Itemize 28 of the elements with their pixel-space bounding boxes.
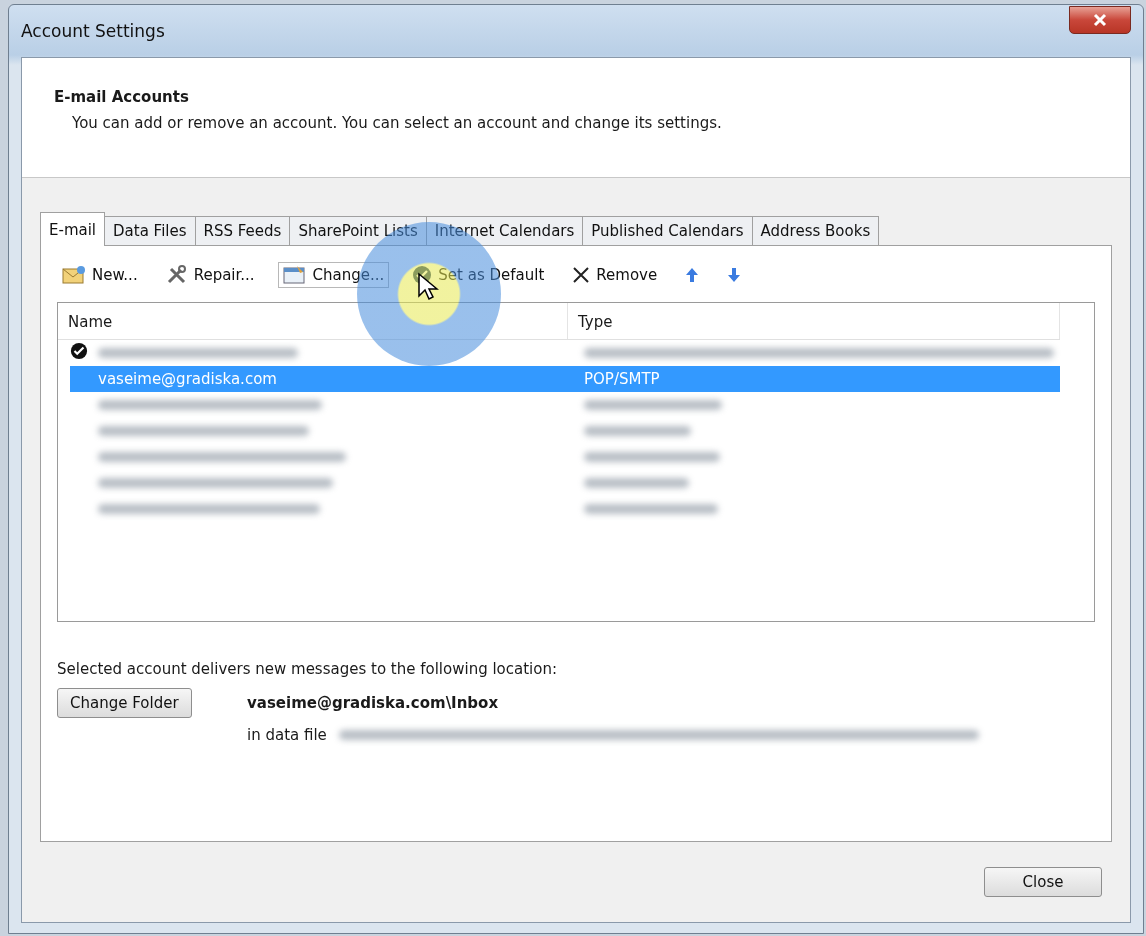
remove-button[interactable]: Remove bbox=[567, 263, 663, 287]
window-title: Account Settings bbox=[21, 21, 165, 41]
cursor-icon bbox=[417, 272, 439, 302]
data-file-label: in data file bbox=[247, 726, 327, 744]
header-description: You can add or remove an account. You can select an account and change its settings. bbox=[72, 114, 723, 132]
tools-icon bbox=[165, 265, 188, 285]
column-header[interactable]: Name bbox=[58, 303, 568, 339]
account-name: vaseime@gradiska.com bbox=[97, 370, 278, 388]
up-arrow-icon bbox=[685, 267, 700, 283]
close-icon bbox=[572, 266, 591, 284]
close-button[interactable] bbox=[1069, 6, 1131, 34]
down-arrow-icon bbox=[727, 267, 742, 283]
new-button[interactable]: New... bbox=[57, 262, 143, 288]
change-folder-button[interactable]: Change Folder bbox=[57, 688, 192, 718]
envelope-icon bbox=[62, 265, 86, 285]
column-header[interactable]: Type bbox=[568, 303, 1060, 339]
folder-path: vaseime@gradiska.com\Inbox bbox=[247, 694, 500, 712]
close-dialog-button[interactable]: Close bbox=[984, 867, 1102, 897]
close-icon bbox=[1093, 13, 1107, 27]
location-caption: Selected account delivers new messages to the following location: bbox=[57, 660, 558, 678]
repair-button[interactable]: Repair... bbox=[160, 262, 260, 288]
tab[interactable]: E-mail bbox=[40, 212, 106, 246]
account-type: POP/SMTP bbox=[583, 370, 661, 388]
header-title: E-mail Accounts bbox=[54, 88, 190, 106]
change-button[interactable]: Change... bbox=[277, 262, 390, 288]
tab[interactable]: Address Books bbox=[751, 216, 880, 246]
default-check-icon bbox=[70, 342, 88, 360]
window-icon bbox=[282, 265, 307, 285]
